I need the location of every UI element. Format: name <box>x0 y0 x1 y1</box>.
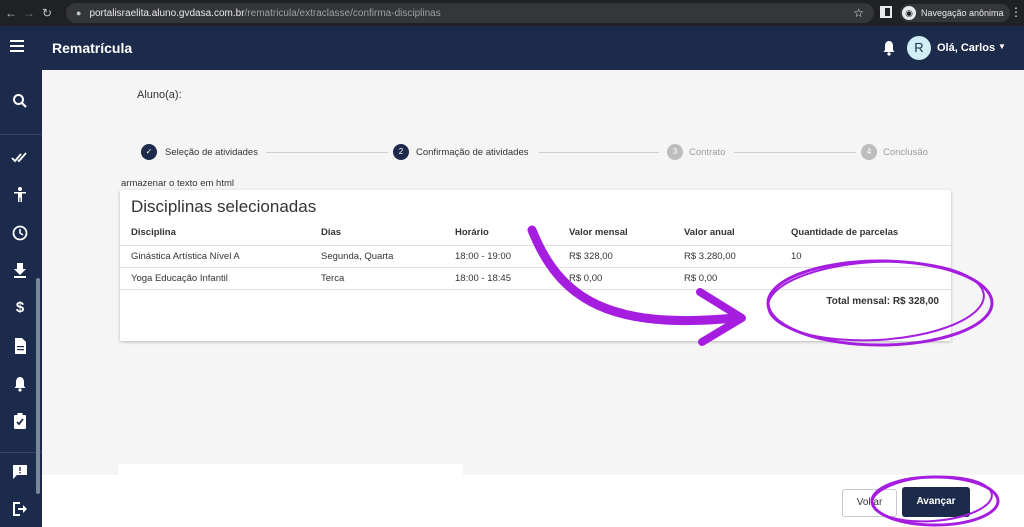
bookmark-star-icon[interactable]: ☆ <box>853 6 864 20</box>
card-title: Disciplinas selecionadas <box>131 197 317 216</box>
double-check-icon[interactable] <box>11 148 29 166</box>
cell-time: 18:00 - 18:45 <box>455 273 511 284</box>
back-arrow-icon[interactable]: ← <box>2 6 20 20</box>
incognito-icon: ◉ <box>902 6 916 20</box>
row-divider <box>120 267 951 268</box>
reload-icon[interactable]: ↻ <box>38 6 56 20</box>
clock-icon[interactable] <box>11 224 29 242</box>
url-path: /rematricula/extraclasse/confirma-discip… <box>244 7 441 19</box>
sidebar-scrollbar[interactable] <box>36 278 40 494</box>
cell-subject: Yoga Educação Infantil <box>131 273 228 284</box>
cell-installments: 10 <box>791 251 802 262</box>
main-content: Aluno(a): ✓ Seleção de atividades 2 Conf… <box>42 70 1024 475</box>
bell-icon[interactable] <box>11 375 29 393</box>
cell-days: Segunda, Quarta <box>321 251 394 262</box>
next-button[interactable]: Avançar <box>902 487 970 517</box>
step-label-contract: Contrato <box>689 147 726 158</box>
cell-monthly: R$ 328,00 <box>569 251 613 262</box>
sidebar: $ <box>0 70 42 527</box>
column-header: Horário <box>455 227 489 238</box>
download-icon[interactable] <box>11 261 29 279</box>
cell-monthly: R$ 0,00 <box>569 273 603 284</box>
step-connector <box>266 152 388 153</box>
sidebar-divider <box>0 134 42 135</box>
app-title: Rematrícula <box>52 40 133 56</box>
row-divider <box>120 289 951 290</box>
column-header: Valor anual <box>684 227 735 238</box>
logout-icon[interactable] <box>11 500 29 518</box>
cell-annual: R$ 3.280,00 <box>684 251 736 262</box>
row-divider <box>120 245 951 246</box>
forward-arrow-icon[interactable]: → <box>20 6 38 20</box>
document-icon[interactable] <box>11 337 29 355</box>
side-panel-icon[interactable] <box>880 6 892 18</box>
user-greeting[interactable]: Olá, Carlos <box>937 42 995 54</box>
browser-toolbar: ← → ↻ ● portalisraelita.aluno.gvdasa.com… <box>0 0 1024 26</box>
dollar-icon[interactable]: $ <box>11 299 29 317</box>
step-active-icon: 2 <box>393 144 409 160</box>
incognito-label: Navegação anônima <box>921 8 1004 18</box>
cell-subject: Ginástica Artística Nível A <box>131 251 240 262</box>
column-header: Quantidade de parcelas <box>791 227 899 238</box>
search-icon[interactable] <box>11 92 29 110</box>
step-label-confirmation: Confirmação de atividades <box>416 147 529 158</box>
back-button[interactable]: Voltar <box>842 489 897 517</box>
incognito-badge[interactable]: ◉ Navegação anônima <box>900 4 1010 22</box>
step-done-icon: ✓ <box>141 144 157 160</box>
avatar[interactable]: R <box>907 36 931 60</box>
hamburger-menu-icon[interactable] <box>10 40 24 52</box>
column-header: Dias <box>321 227 342 238</box>
blank-strip <box>118 464 463 475</box>
selected-subjects-card: Disciplinas selecionadas Disciplina Dias… <box>120 190 951 341</box>
student-label: Aluno(a): <box>137 89 182 101</box>
chevron-down-icon[interactable]: ▼ <box>998 42 1006 51</box>
stepper: ✓ Seleção de atividades 2 Confirmação de… <box>141 144 941 162</box>
step-inactive-icon: 3 <box>667 144 683 160</box>
chat-icon[interactable] <box>11 463 29 481</box>
column-header: Disciplina <box>131 227 176 238</box>
accessibility-icon[interactable] <box>11 186 29 204</box>
step-label-conclusion: Conclusão <box>883 147 928 158</box>
step-connector <box>539 152 659 153</box>
cell-annual: R$ 0,00 <box>684 273 718 284</box>
column-header: Valor mensal <box>569 227 628 238</box>
monthly-total: Total mensal: R$ 328,00 <box>826 296 939 307</box>
url-host: portalisraelita.aluno.gvdasa.com.br <box>89 7 245 19</box>
cell-days: Terca <box>321 273 345 284</box>
html-note: armazenar o texto em html <box>121 178 234 189</box>
notification-bell-icon[interactable] <box>882 40 896 56</box>
more-menu-icon[interactable]: ⋮ <box>1010 5 1022 19</box>
lock-icon: ● <box>76 8 82 18</box>
app-header: Rematrícula R Olá, Carlos ▼ <box>0 26 1024 70</box>
address-bar[interactable]: ● portalisraelita.aluno.gvdasa.com.br/re… <box>66 3 874 23</box>
clipboard-check-icon[interactable] <box>11 412 29 430</box>
cell-time: 18:00 - 19:00 <box>455 251 511 262</box>
step-label-selection: Seleção de atividades <box>165 147 258 158</box>
step-inactive-icon: 4 <box>861 144 877 160</box>
step-connector <box>734 152 856 153</box>
screen: ← → ↻ ● portalisraelita.aluno.gvdasa.com… <box>0 0 1024 527</box>
